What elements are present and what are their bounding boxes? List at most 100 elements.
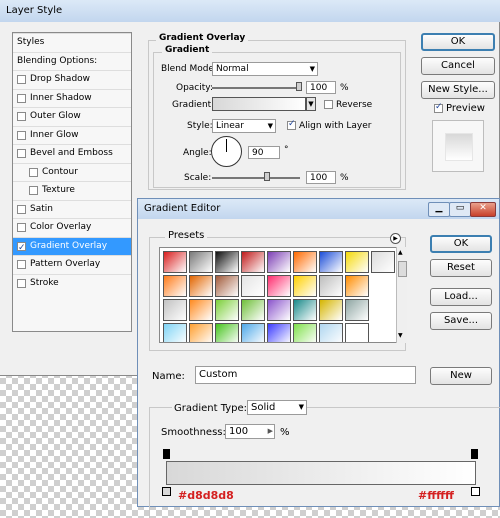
preset-swatch[interactable] [189, 251, 213, 273]
presets-scrollbar[interactable]: ▲ ▼ [396, 247, 407, 343]
sidebar-checkbox[interactable] [17, 149, 26, 158]
sidebar-item-styles[interactable]: Styles [13, 33, 131, 51]
opacity-slider-thumb[interactable] [296, 82, 302, 91]
scale-slider-track[interactable] [212, 177, 300, 179]
sidebar-item-contour[interactable]: Contour [13, 162, 131, 181]
reverse-checkbox[interactable] [324, 100, 333, 109]
preset-swatch[interactable] [163, 323, 187, 342]
scale-slider-thumb[interactable] [264, 172, 270, 181]
opacity-slider-track[interactable] [212, 87, 300, 89]
gradient-picker[interactable] [212, 97, 306, 111]
sidebar-checkbox[interactable] [17, 112, 26, 121]
style-select[interactable]: Linear [212, 119, 276, 133]
sidebar-checkbox[interactable] [29, 167, 38, 177]
color-stop-left[interactable] [162, 487, 171, 496]
scroll-up-icon[interactable]: ▲ [398, 249, 403, 256]
preset-swatch[interactable] [189, 323, 213, 342]
new-button[interactable]: New [430, 367, 492, 385]
preset-swatch[interactable] [215, 251, 239, 273]
sidebar-item-drop-shadow[interactable]: Drop Shadow [13, 70, 131, 88]
sidebar-item-texture[interactable]: Texture [13, 181, 131, 199]
opacity-input[interactable]: 100 [306, 81, 336, 94]
sidebar-checkbox[interactable] [17, 260, 26, 269]
sidebar-item-blending-options-default[interactable]: Blending Options: Default [13, 51, 131, 83]
preset-swatch[interactable] [241, 251, 265, 273]
preset-swatch[interactable] [163, 251, 187, 273]
preset-swatch[interactable] [293, 323, 317, 342]
preset-swatch[interactable] [319, 323, 343, 342]
preset-swatch[interactable] [293, 251, 317, 273]
sidebar-item-color-overlay[interactable]: Color Overlay [13, 218, 131, 236]
preset-swatch[interactable] [319, 251, 343, 273]
angle-dial[interactable] [211, 136, 242, 167]
sidebar-item-inner-glow[interactable]: Inner Glow [13, 125, 131, 144]
new-style-button[interactable]: New Style... [421, 81, 495, 99]
preset-swatch[interactable] [371, 251, 395, 273]
angle-input[interactable]: 90 [248, 146, 280, 159]
sidebar-item-inner-shadow[interactable]: Inner Shadow [13, 88, 131, 107]
preset-swatch[interactable] [241, 323, 265, 342]
minimize-button[interactable]: ▁ [428, 202, 450, 217]
sidebar-checkbox[interactable] [17, 130, 26, 140]
opacity-stop-right[interactable] [471, 449, 478, 459]
preset-swatch[interactable] [293, 299, 317, 321]
ge-ok-button[interactable]: OK [430, 235, 492, 253]
smoothness-input[interactable]: 100 ▶ [225, 424, 275, 439]
presets-menu-icon[interactable]: ▶ [390, 233, 401, 244]
opacity-stop-left[interactable] [163, 449, 170, 459]
gradient-dropdown-button[interactable]: ▼ [306, 97, 316, 111]
sidebar-checkbox[interactable] [17, 75, 26, 84]
maximize-button[interactable]: ▭ [449, 202, 471, 217]
load-button[interactable]: Load... [430, 288, 492, 306]
sidebar-checkbox[interactable] [17, 278, 26, 288]
preset-swatch[interactable] [215, 299, 239, 321]
sidebar-item-outer-glow[interactable]: Outer Glow [13, 107, 131, 125]
preset-swatch[interactable] [345, 275, 369, 297]
name-input[interactable]: Custom [195, 366, 416, 384]
scale-input[interactable]: 100 [306, 171, 336, 184]
sidebar-item-stroke[interactable]: Stroke [13, 273, 131, 292]
cancel-button[interactable]: Cancel [421, 57, 495, 75]
smoothness-stepper-icon[interactable]: ▶ [268, 425, 273, 438]
preset-swatch[interactable] [345, 251, 369, 273]
blend-mode-select[interactable]: Normal [212, 62, 318, 76]
preset-swatch[interactable] [189, 299, 213, 321]
sidebar-checkbox[interactable] [17, 93, 26, 103]
save-button[interactable]: Save... [430, 312, 492, 330]
preset-swatch[interactable] [215, 323, 239, 342]
sidebar-checkbox[interactable] [17, 204, 26, 214]
preset-swatch[interactable] [241, 275, 265, 297]
preset-swatch[interactable] [241, 299, 265, 321]
sidebar-item-satin[interactable]: Satin [13, 199, 131, 218]
preset-swatch[interactable] [267, 275, 291, 297]
reset-button[interactable]: Reset [430, 259, 492, 277]
scroll-thumb[interactable] [398, 261, 407, 277]
preset-swatch[interactable] [163, 299, 187, 321]
sidebar-item-gradient-overlay[interactable]: Gradient Overlay [13, 236, 131, 257]
preset-swatch[interactable] [319, 299, 343, 321]
preset-swatch[interactable] [163, 275, 187, 297]
preset-swatch[interactable] [267, 323, 291, 342]
align-with-layer-checkbox[interactable] [287, 119, 296, 130]
sidebar-checkbox[interactable] [17, 240, 26, 257]
gradient-bar[interactable] [166, 461, 476, 485]
sidebar-checkbox[interactable] [29, 186, 38, 195]
color-stop-right[interactable] [471, 487, 480, 496]
preview-checkbox[interactable] [434, 102, 443, 113]
sidebar-item-pattern-overlay[interactable]: Pattern Overlay [13, 255, 131, 273]
preset-swatch[interactable] [345, 323, 369, 342]
preset-swatch[interactable] [345, 299, 369, 321]
scroll-down-icon[interactable]: ▼ [398, 332, 403, 339]
gradient-type-select[interactable]: Solid [247, 400, 307, 415]
preset-swatch[interactable] [189, 275, 213, 297]
preset-swatch[interactable] [293, 275, 317, 297]
ok-button[interactable]: OK [421, 33, 495, 51]
layer-style-titlebar[interactable]: Layer Style [0, 0, 500, 22]
preset-swatch[interactable] [319, 275, 343, 297]
sidebar-item-bevel-and-emboss[interactable]: Bevel and Emboss [13, 144, 131, 162]
close-button[interactable]: ✕ [470, 202, 496, 217]
sidebar-checkbox[interactable] [17, 223, 26, 232]
preset-swatch[interactable] [267, 251, 291, 273]
preset-swatch[interactable] [267, 299, 291, 321]
preset-swatch[interactable] [215, 275, 239, 297]
